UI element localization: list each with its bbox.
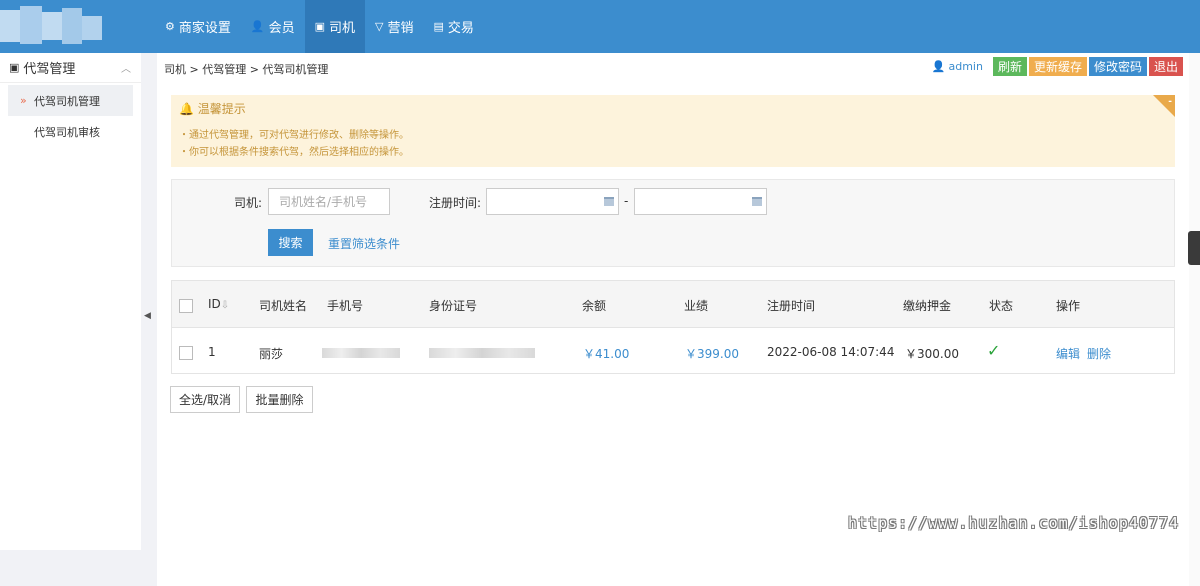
username: admin: [948, 60, 983, 73]
sidebar-item-driver-management[interactable]: » 代驾司机管理: [8, 85, 133, 116]
sidebar-item-driver-review[interactable]: 代驾司机审核: [0, 116, 141, 147]
column-header-actions: 操作: [1056, 299, 1081, 313]
cell-name: 丽莎: [259, 347, 284, 361]
column-header-label: ID: [208, 297, 221, 311]
cell-id: 1: [208, 345, 216, 359]
bullet: ・: [179, 147, 189, 158]
cell-phone-redacted: [322, 348, 400, 358]
sidebar: ▣ 代驾管理 ︿ » 代驾司机管理 代驾司机审核: [0, 53, 141, 550]
user-account[interactable]: 👤 admin: [932, 60, 983, 73]
cell-performance: ￥399.00: [685, 347, 739, 361]
search-button[interactable]: 搜索: [268, 229, 313, 256]
driver-label: 司机:: [234, 196, 263, 210]
delete-link[interactable]: 删除: [1087, 345, 1111, 362]
cell-reg-time: 2022-06-08 14:07:44: [767, 345, 895, 359]
right-edge-strip: [1189, 53, 1200, 586]
user-bar: 👤 admin 刷新 更新缓存 修改密码 退出: [932, 57, 1183, 76]
nav-drivers[interactable]: ▣ 司机: [304, 0, 366, 53]
side-panel-handle[interactable]: [1188, 231, 1200, 265]
driver-search-input[interactable]: 司机姓名/手机号: [268, 188, 390, 215]
top-bar: ⚙ 商家设置 👤 会员 ▣ 司机 ▽ 营销 ▤ 交易: [0, 0, 1200, 53]
tips-title: 🔔 温馨提示: [179, 100, 246, 117]
double-chevron-right-icon: »: [20, 94, 27, 107]
cell-id-card-redacted: [429, 348, 535, 358]
nav-members[interactable]: 👤 会员: [241, 0, 305, 53]
sort-icon: ⇩: [220, 300, 230, 311]
cell-deposit: ￥300.00: [905, 347, 959, 361]
nav-transactions[interactable]: ▤ 交易: [424, 0, 484, 53]
calendar-icon: [752, 197, 762, 206]
gear-icon: ⚙: [165, 20, 175, 33]
select-all-checkbox[interactable]: [179, 299, 193, 313]
row-checkbox[interactable]: [179, 346, 193, 360]
breadcrumb: 司机 > 代驾管理 > 代驾司机管理: [164, 63, 329, 76]
watermark-text: https://www.huzhan.com/ishop40774: [848, 514, 1180, 532]
tips-title-text: 温馨提示: [197, 102, 246, 116]
sidebar-item-label: 代驾司机审核: [34, 125, 100, 139]
select-all-toggle-button[interactable]: 全选/取消: [170, 386, 240, 413]
column-header-status: 状态: [989, 299, 1014, 313]
edit-link[interactable]: 编辑: [1056, 345, 1080, 362]
nav-label: 会员: [268, 21, 295, 36]
chevron-up-icon: ︿: [121, 64, 131, 75]
sidebar-section-title: 代驾管理: [23, 62, 76, 77]
change-password-button[interactable]: 修改密码: [1088, 57, 1147, 76]
nav-label: 营销: [387, 21, 414, 36]
main-content: 司机 > 代驾管理 > 代驾司机管理 👤 admin 刷新 更新缓存 修改密码 …: [157, 53, 1189, 586]
status-check-icon: ✓: [987, 341, 1001, 360]
tips-line-text: 你可以根据条件搜索代驾，然后选择相应的操作。: [189, 147, 409, 158]
top-nav: ⚙ 商家设置 👤 会员 ▣ 司机 ▽ 营销 ▤ 交易: [155, 0, 484, 53]
sidebar-footer: [0, 550, 141, 586]
collapse-arrow-icon[interactable]: ◀: [144, 311, 151, 321]
column-header-name: 司机姓名: [259, 299, 308, 313]
tips-panel: 🔔 温馨提示 ・通过代驾管理，可对代驾进行修改、删除等操作。 ・你可以根据条件搜…: [171, 95, 1175, 167]
minus-icon: -: [1168, 97, 1172, 107]
nav-label: 商家设置: [178, 21, 231, 36]
tips-line-text: 通过代驾管理，可对代驾进行修改、删除等操作。: [189, 130, 409, 141]
bullet: ・: [179, 130, 189, 141]
nav-label: 司机: [329, 21, 356, 36]
tips-line: ・你可以根据条件搜索代驾，然后选择相应的操作。: [179, 143, 409, 158]
date-separator: -: [624, 194, 629, 208]
sidebar-collapse-strip: ◀: [141, 53, 157, 586]
reg-time-label: 注册时间:: [429, 196, 482, 210]
nav-merchant-settings[interactable]: ⚙ 商家设置: [155, 0, 241, 53]
column-header-balance: 余额: [582, 299, 607, 313]
column-header-performance: 业绩: [684, 299, 709, 313]
nav-label: 交易: [447, 21, 474, 36]
refresh-button[interactable]: 刷新: [992, 57, 1027, 76]
reg-time-start-input[interactable]: [486, 188, 619, 215]
logo: [0, 6, 104, 46]
column-header-deposit: 缴纳押金: [903, 299, 952, 313]
bell-icon: 🔔: [179, 102, 194, 116]
tips-line: ・通过代驾管理，可对代驾进行修改、删除等操作。: [179, 126, 409, 141]
reg-time-end-input[interactable]: [634, 188, 767, 215]
sidebar-section-header[interactable]: ▣ 代驾管理 ︿: [0, 53, 141, 83]
user-icon: 👤: [250, 20, 265, 33]
column-header-phone: 手机号: [327, 299, 364, 313]
filter-panel: 司机: 司机姓名/手机号 注册时间: - 搜索 重置筛选条件: [171, 179, 1175, 267]
logout-button[interactable]: 退出: [1148, 57, 1183, 76]
cell-balance: ￥41.00: [583, 347, 630, 361]
megaphone-icon: ▽: [375, 20, 384, 33]
nav-marketing[interactable]: ▽ 营销: [365, 0, 423, 53]
car-icon: ▣: [314, 20, 326, 33]
table-header: ID⇩ 司机姓名 手机号 身份证号 余额 业绩 注册时间 缴纳押金 状态 操作: [172, 281, 1174, 328]
column-header-reg-time: 注册时间: [767, 299, 816, 313]
reset-filter-link[interactable]: 重置筛选条件: [328, 235, 400, 252]
column-header-id-card: 身份证号: [429, 299, 478, 313]
column-header-id[interactable]: ID⇩: [208, 297, 229, 311]
sidebar-item-label: 代驾司机管理: [34, 94, 100, 108]
driver-table: ID⇩ 司机姓名 手机号 身份证号 余额 业绩 注册时间 缴纳押金 状态 操作 …: [171, 280, 1175, 374]
user-icon: 👤: [931, 60, 946, 73]
calendar-icon: [604, 197, 614, 206]
car-icon: ▣: [9, 61, 20, 74]
document-icon: ▤: [433, 20, 444, 33]
update-cache-button[interactable]: 更新缓存: [1028, 57, 1087, 76]
batch-delete-button[interactable]: 批量删除: [246, 386, 313, 413]
